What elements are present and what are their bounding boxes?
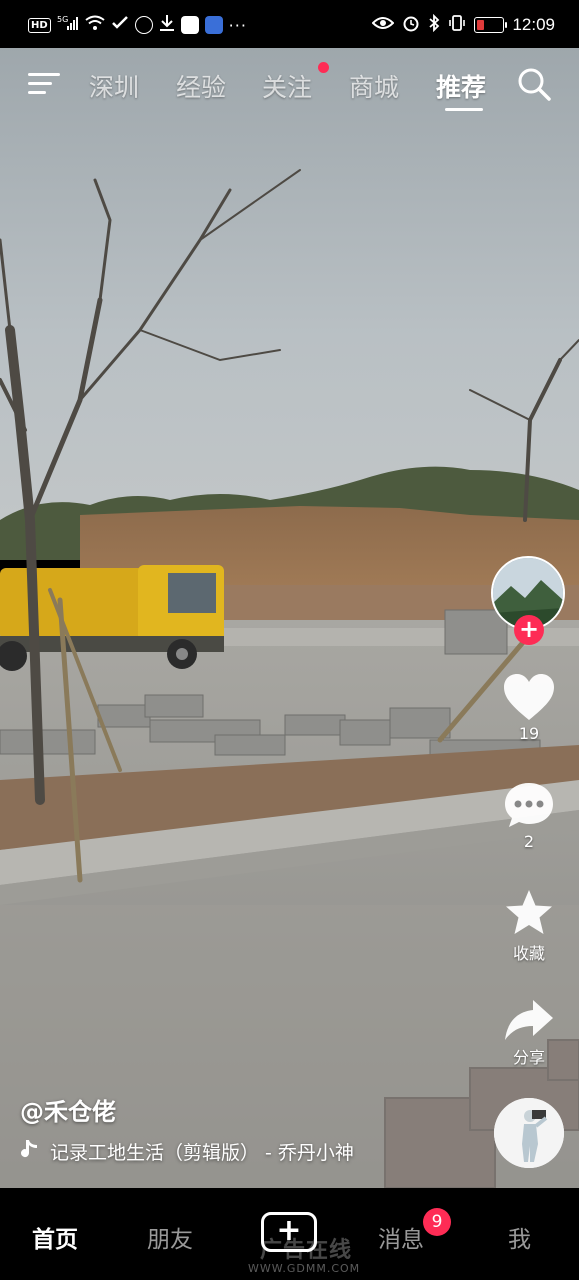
- music-title: 记录工地生活（剪辑版） - 乔丹小神: [50, 1142, 354, 1164]
- heart-icon: [504, 674, 554, 720]
- tab-following[interactable]: 关注: [262, 68, 312, 104]
- following-notification-dot: [318, 62, 329, 73]
- tab-recommend[interactable]: 推荐: [436, 68, 486, 104]
- music-note-icon: [20, 1138, 40, 1165]
- tab-shenzhen[interactable]: 深圳: [89, 68, 139, 104]
- download-icon: [159, 14, 175, 36]
- comment-icon: [505, 783, 553, 827]
- tab-friends[interactable]: 朋友: [147, 1220, 193, 1254]
- search-icon[interactable]: [516, 66, 552, 102]
- watermark-brand: 广告在线: [260, 1238, 353, 1263]
- svg-text:5G: 5G: [57, 15, 68, 24]
- follow-button[interactable]: +: [514, 615, 544, 645]
- favorite-label: 收藏: [512, 944, 545, 963]
- share-arrow-icon: [505, 1000, 553, 1040]
- bluetooth-icon: [428, 13, 440, 36]
- comment-count: 2: [523, 832, 535, 851]
- share-label: 分享: [512, 1048, 545, 1067]
- music-disc[interactable]: [494, 1098, 564, 1168]
- messages-badge: 9: [423, 1208, 451, 1236]
- signal-icon: 5G: [57, 14, 79, 36]
- more-notifications: ···: [228, 15, 247, 35]
- top-navigation: 深圳 经验 关注 商城 推荐: [0, 58, 579, 114]
- tab-me[interactable]: 我: [508, 1220, 531, 1254]
- vibrate-icon: [448, 14, 466, 36]
- jdm-app-icon: [204, 16, 223, 34]
- status-bar: HD 5G ··· 12:09: [0, 0, 579, 48]
- tab-mall[interactable]: 商城: [349, 68, 399, 104]
- music-info[interactable]: 记录工地生活（剪辑版） - 乔丹小神: [20, 1138, 354, 1165]
- tab-messages[interactable]: 消息: [378, 1220, 424, 1254]
- clock-time: 12:09: [512, 15, 555, 34]
- like-button[interactable]: 19: [489, 672, 569, 743]
- eye-icon: [372, 15, 395, 35]
- like-count: 19: [518, 724, 540, 743]
- cameraman-figure-icon: [494, 1098, 564, 1168]
- comment-button[interactable]: 2: [489, 780, 569, 851]
- alarm-icon: [402, 14, 420, 36]
- tab-home[interactable]: 首页: [32, 1220, 78, 1254]
- tab-experience[interactable]: 经验: [176, 68, 226, 104]
- link-icon: [111, 15, 129, 35]
- jd-app-icon: [134, 16, 153, 34]
- share-button[interactable]: 分享: [489, 996, 569, 1068]
- app-icon: [180, 16, 199, 34]
- bottom-tab-bar: 首页 朋友 + 消息 9 我 广告在线 WWW.GDMM.COM: [0, 1188, 579, 1280]
- watermark-url: WWW.GDMM.COM: [248, 1262, 361, 1275]
- wifi-icon: [85, 15, 105, 35]
- author-name[interactable]: @禾仓佬: [20, 1092, 116, 1127]
- menu-icon[interactable]: [28, 70, 60, 98]
- watermark: 广告在线 WWW.GDMM.COM: [196, 1238, 361, 1276]
- active-tab-indicator: [445, 108, 483, 111]
- favorite-button[interactable]: 收藏: [489, 888, 569, 964]
- star-icon: [506, 890, 552, 934]
- battery-icon: [474, 17, 508, 33]
- hd-icon: HD: [28, 17, 51, 33]
